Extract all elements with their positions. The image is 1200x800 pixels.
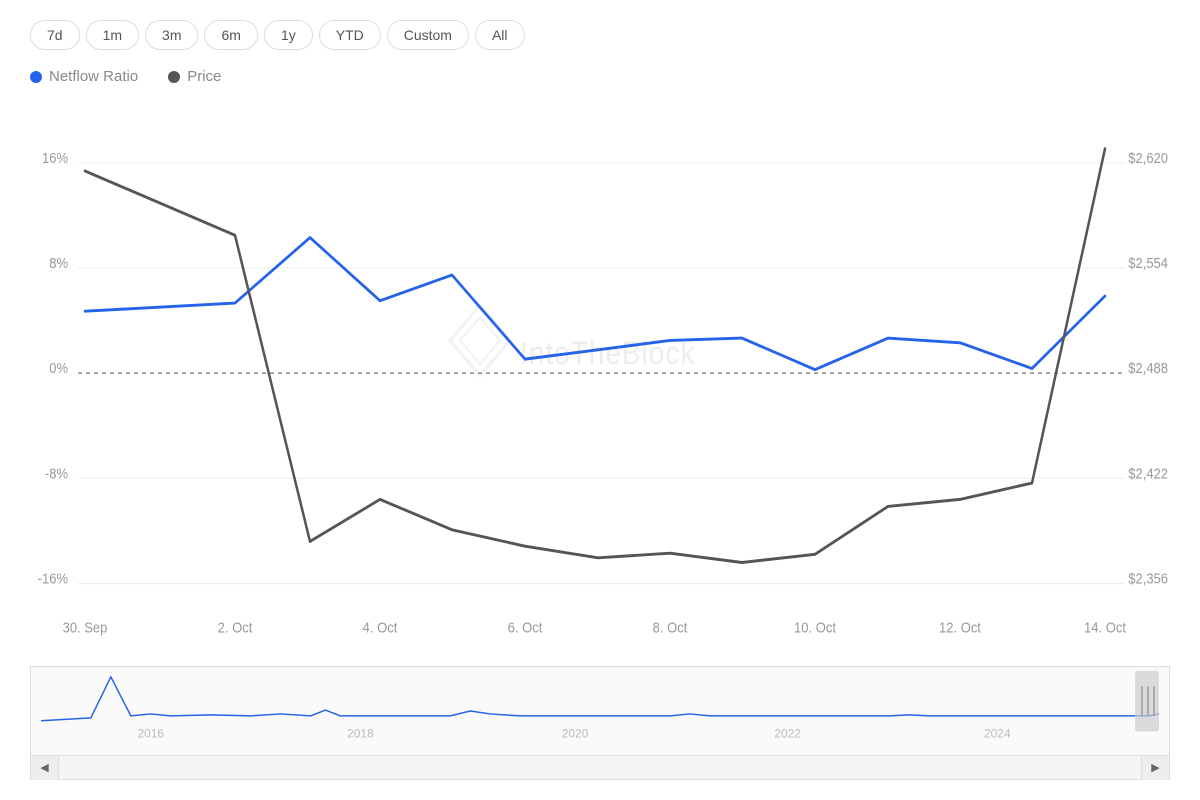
scroll-bar: ◀ ▶ (30, 756, 1170, 780)
svg-text:-16%: -16% (38, 570, 69, 587)
legend-price: Price (168, 68, 221, 85)
svg-text:2. Oct: 2. Oct (218, 619, 253, 636)
legend-netflow: Netflow Ratio (30, 68, 138, 85)
svg-text:6. Oct: 6. Oct (508, 619, 543, 636)
svg-text:10. Oct: 10. Oct (794, 619, 836, 636)
time-filter-row: 7d1m3m6m1yYTDCustomAll (30, 20, 1170, 50)
main-chart-svg: 16% 8% 0% -8% -16% $2,620 $2,554 $2,488 … (30, 95, 1170, 656)
mini-chart-container: 2016 2018 2020 2022 2024 (30, 666, 1170, 756)
svg-text:$2,356: $2,356 (1128, 570, 1168, 587)
svg-text:4. Oct: 4. Oct (363, 619, 398, 636)
price-label: Price (187, 68, 221, 85)
netflow-label: Netflow Ratio (49, 68, 138, 85)
time-filter-3m[interactable]: 3m (145, 20, 198, 50)
svg-text:2022: 2022 (774, 727, 801, 741)
svg-text:0%: 0% (49, 359, 68, 376)
time-filter-1m[interactable]: 1m (86, 20, 139, 50)
chart-area: 16% 8% 0% -8% -16% $2,620 $2,554 $2,488 … (30, 95, 1170, 780)
time-filter-7d[interactable]: 7d (30, 20, 80, 50)
svg-text:8. Oct: 8. Oct (653, 619, 688, 636)
svg-text:30. Sep: 30. Sep (63, 619, 108, 636)
price-dot (168, 71, 180, 83)
svg-text:$2,488: $2,488 (1128, 359, 1168, 376)
svg-text:2020: 2020 (562, 727, 589, 741)
svg-text:2018: 2018 (347, 727, 374, 741)
time-filter-all[interactable]: All (475, 20, 525, 50)
svg-text:16%: 16% (42, 149, 68, 166)
netflow-dot (30, 71, 42, 83)
svg-text:2024: 2024 (984, 727, 1011, 741)
main-chart: 16% 8% 0% -8% -16% $2,620 $2,554 $2,488 … (30, 95, 1170, 656)
main-container: 7d1m3m6m1yYTDCustomAll Netflow Ratio Pri… (0, 0, 1200, 800)
svg-text:2016: 2016 (137, 727, 164, 741)
svg-text:8%: 8% (49, 254, 68, 271)
mini-chart-svg: 2016 2018 2020 2022 2024 (31, 667, 1169, 755)
scroll-track[interactable] (59, 756, 1141, 779)
netflow-line (85, 238, 1105, 370)
legend-row: Netflow Ratio Price (30, 68, 1170, 85)
time-filter-ytd[interactable]: YTD (319, 20, 381, 50)
svg-text:14. Oct: 14. Oct (1084, 619, 1126, 636)
svg-text:$2,554: $2,554 (1128, 254, 1168, 271)
scroll-right-button[interactable]: ▶ (1141, 756, 1169, 780)
svg-text:-8%: -8% (45, 464, 68, 481)
time-filter-custom[interactable]: Custom (387, 20, 469, 50)
svg-text:12. Oct: 12. Oct (939, 619, 981, 636)
time-filter-6m[interactable]: 6m (204, 20, 257, 50)
svg-text:$2,620: $2,620 (1128, 149, 1168, 166)
scroll-left-button[interactable]: ◀ (31, 756, 59, 780)
svg-text:$2,422: $2,422 (1128, 464, 1168, 481)
time-filter-1y[interactable]: 1y (264, 20, 313, 50)
